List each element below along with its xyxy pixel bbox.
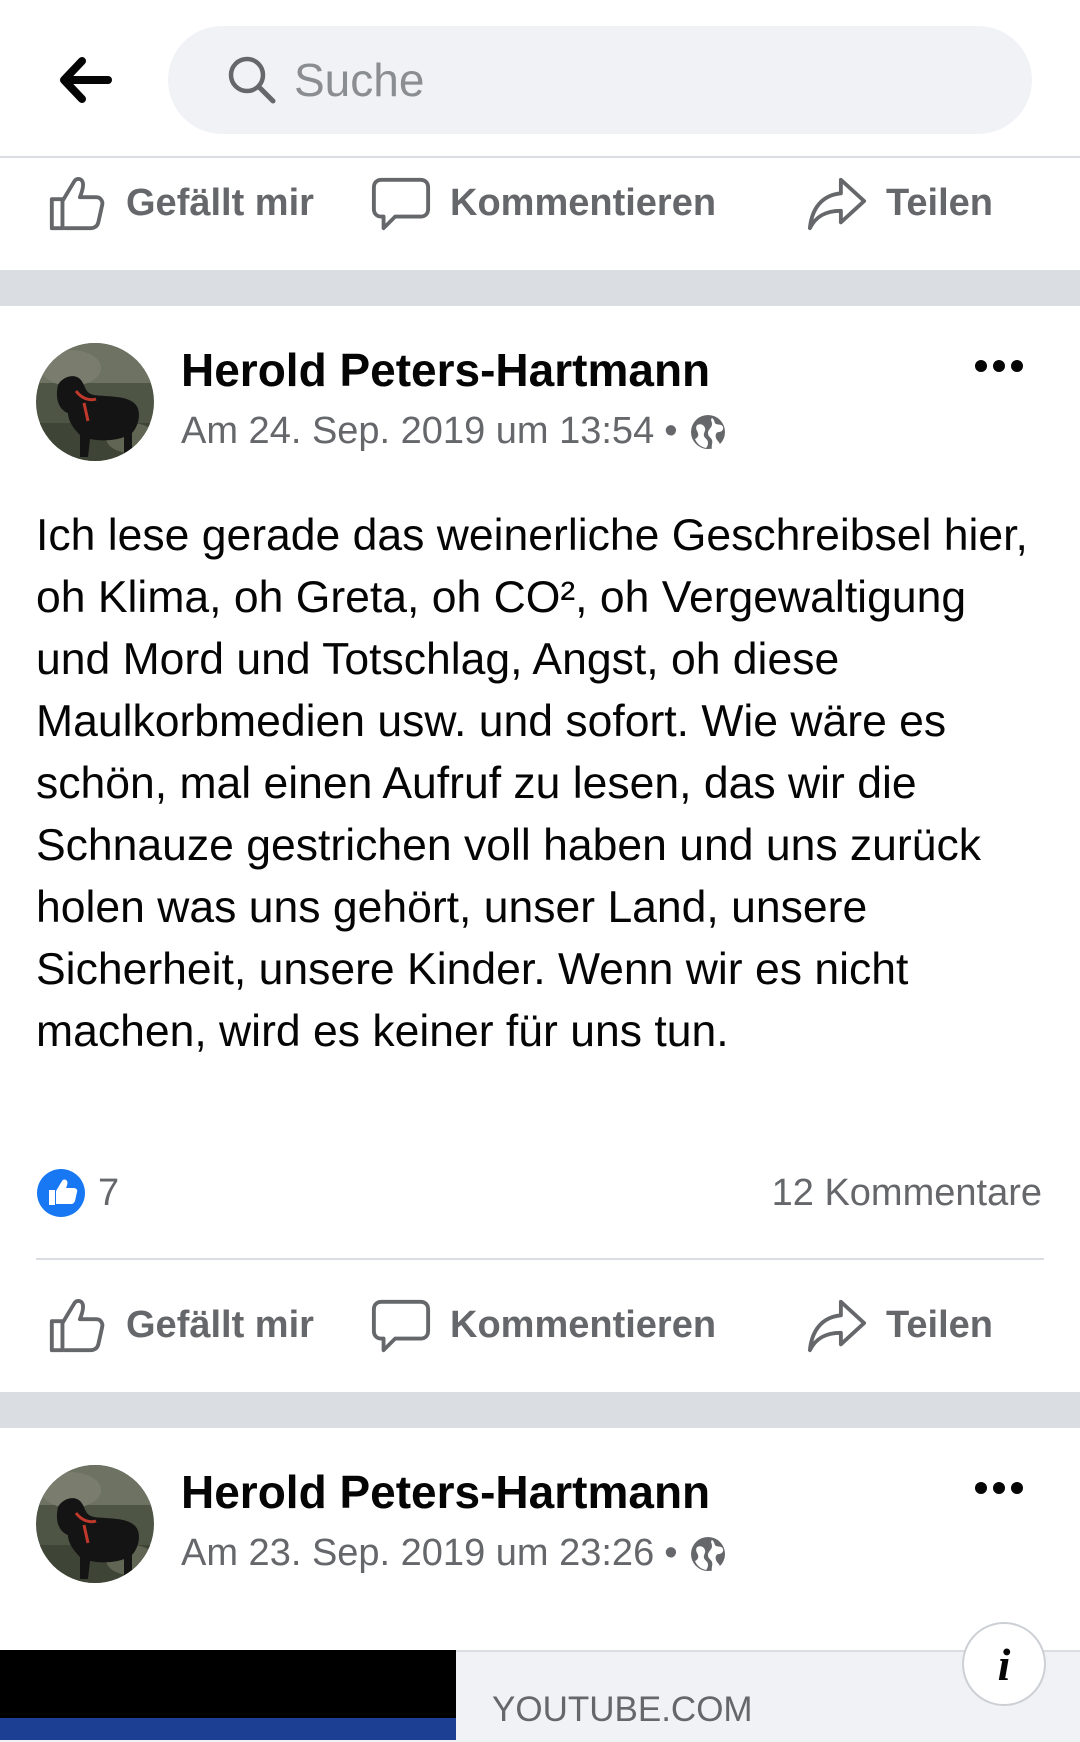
avatar[interactable] (36, 343, 154, 461)
share-arrow-icon (806, 172, 868, 234)
post-author[interactable]: Herold Peters-Hartmann (181, 343, 710, 397)
divider (36, 1258, 1044, 1260)
avatar[interactable] (36, 1465, 154, 1583)
post-timestamp[interactable]: Am 24. Sep. 2019 um 13:54 (181, 410, 654, 453)
globe-icon (688, 412, 728, 452)
like-reaction-icon (37, 1169, 85, 1217)
comment-bubble-icon (370, 172, 432, 234)
reactions-summary[interactable]: 7 (36, 1168, 119, 1218)
info-button[interactable]: i (962, 1622, 1046, 1706)
video-thumbnail-strip (0, 1718, 456, 1740)
dog-photo-icon (36, 343, 154, 461)
globe-icon (688, 1534, 728, 1574)
comment-label: Kommentieren (450, 181, 717, 224)
feed-separator (0, 1392, 1080, 1428)
info-icon: i (997, 1638, 1011, 1690)
thumbs-up-icon (46, 172, 108, 234)
meta-separator: • (664, 410, 678, 452)
share-button[interactable]: Teilen (806, 1270, 993, 1380)
post-body-text: Ich lese gerade das weinerliche Geschrei… (36, 511, 1028, 1056)
action-bar-post: Gefällt mir Kommentieren Teilen (0, 1270, 1080, 1380)
like-button[interactable]: Gefällt mir (46, 148, 314, 258)
comment-bubble-icon (370, 1294, 432, 1356)
like-label: Gefällt mir (126, 1303, 314, 1346)
thumbs-up-icon (46, 1294, 108, 1356)
search-input[interactable] (292, 52, 976, 108)
comments-count[interactable]: 12 Kommentare (772, 1168, 1042, 1218)
link-domain: YOUTUBE.COM (492, 1690, 753, 1729)
share-label: Teilen (886, 181, 993, 224)
post-meta: Am 23. Sep. 2019 um 23:26 • (181, 1532, 728, 1575)
more-options-icon[interactable] (964, 346, 1034, 386)
search-bar[interactable] (168, 26, 1032, 134)
dog-photo-icon (36, 1465, 154, 1583)
back-arrow-icon[interactable] (50, 45, 120, 115)
reactions-count: 7 (98, 1171, 120, 1214)
comment-button[interactable]: Kommentieren (370, 148, 716, 258)
meta-separator: • (664, 1532, 678, 1574)
comment-button[interactable]: Kommentieren (370, 1270, 716, 1380)
action-bar-previous-post: Gefällt mir Kommentieren Teilen (0, 148, 1080, 258)
share-arrow-icon (806, 1294, 868, 1356)
like-label: Gefällt mir (126, 181, 314, 224)
share-button[interactable]: Teilen (806, 148, 993, 258)
share-label: Teilen (886, 1303, 993, 1346)
search-icon (228, 56, 276, 104)
feed-separator (0, 270, 1080, 306)
post-meta: Am 24. Sep. 2019 um 13:54 • (181, 410, 728, 453)
comment-label: Kommentieren (450, 1303, 717, 1346)
more-options-icon[interactable] (964, 1468, 1034, 1508)
like-button[interactable]: Gefällt mir (46, 1270, 314, 1380)
post-timestamp[interactable]: Am 23. Sep. 2019 um 23:26 (181, 1532, 654, 1575)
post-author[interactable]: Herold Peters-Hartmann (181, 1465, 710, 1519)
